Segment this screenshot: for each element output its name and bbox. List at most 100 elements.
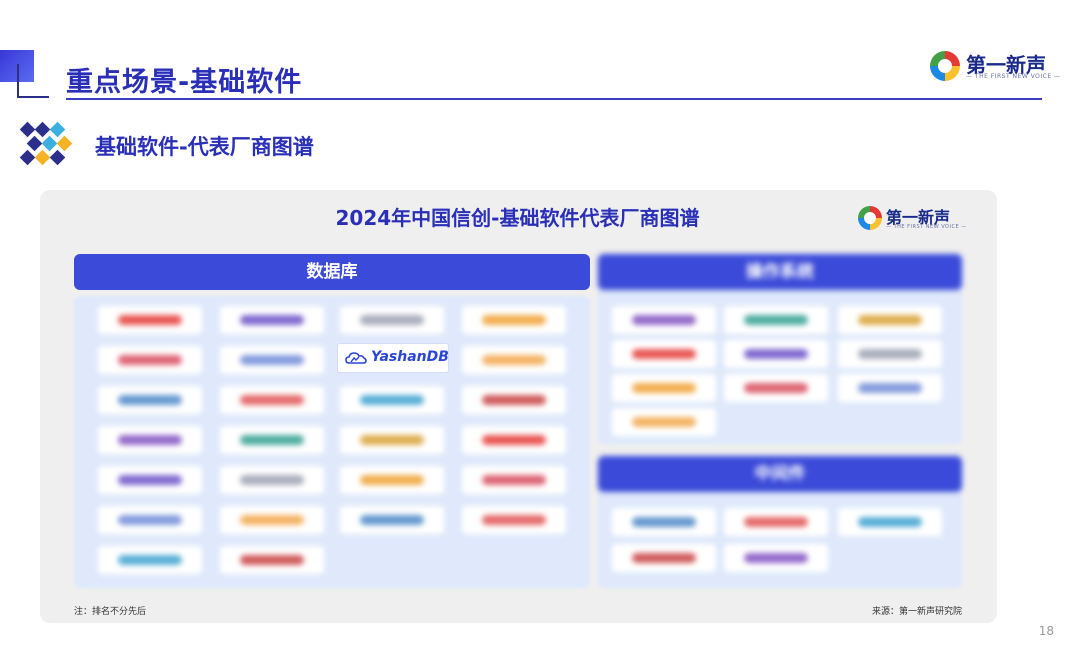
vendor-logo-mark	[118, 435, 182, 445]
vendor-logo-blurred	[98, 346, 202, 374]
vendor-logo-blurred	[340, 466, 444, 494]
corner-accent-outline	[17, 64, 49, 98]
vendor-logo-mark	[632, 553, 696, 563]
diamond-pattern-icon	[18, 120, 76, 172]
vendor-logo-blurred	[612, 340, 716, 368]
title-divider	[66, 98, 1042, 100]
vendor-logo-mark	[744, 383, 808, 393]
vendor-logo-blurred	[724, 544, 828, 572]
vendor-logo-blurred	[220, 466, 324, 494]
vendor-logo-blurred	[462, 306, 566, 334]
vendor-logo-blurred	[98, 546, 202, 574]
vendor-logo-blurred	[98, 306, 202, 334]
vendor-logo-mark	[632, 349, 696, 359]
vendor-logo-mark	[118, 515, 182, 525]
vendor-logo-mark	[240, 395, 304, 405]
vendor-logo-blurred	[724, 306, 828, 334]
vendor-logo-mark	[240, 555, 304, 565]
vendor-logo-blurred	[98, 386, 202, 414]
brand-name-en: — THE FIRST NEW VOICE —	[966, 73, 1061, 80]
brand-mark-icon	[930, 51, 960, 81]
vendor-logo-mark	[858, 349, 922, 359]
vendor-logo-mark	[482, 435, 546, 445]
vendor-logo-blurred	[220, 506, 324, 534]
vendor-logo-mark	[632, 517, 696, 527]
vendor-logo-blurred	[724, 508, 828, 536]
vendor-logo-mark	[118, 355, 182, 365]
vendor-logo-mark	[858, 517, 922, 527]
vendor-logo-blurred	[462, 346, 566, 374]
vendor-logo-blurred	[612, 306, 716, 334]
vendor-logo-mark	[744, 315, 808, 325]
vendor-logo-blurred	[220, 386, 324, 414]
category-header-middleware: 中间件	[598, 456, 962, 492]
vendor-logo-mark	[240, 435, 304, 445]
vendor-logo-mark	[482, 515, 546, 525]
vendor-logo-blurred	[98, 466, 202, 494]
vendor-logo-blurred	[220, 346, 324, 374]
vendor-logo-mark	[744, 517, 808, 527]
vendor-logo-blurred	[340, 426, 444, 454]
card-brand-name-en: — THE FIRST NEW VOICE —	[886, 224, 967, 230]
vendor-logo-mark	[744, 349, 808, 359]
vendor-logo-blurred	[462, 426, 566, 454]
vendor-logo-mark	[632, 417, 696, 427]
vendor-logo-blurred	[612, 374, 716, 402]
page-number: 18	[1038, 624, 1054, 638]
card-brand-logo: 第一新声 — THE FIRST NEW VOICE —	[858, 204, 968, 232]
vendor-name-yashandb: YashanDB	[371, 349, 449, 365]
vendor-logo-blurred	[838, 340, 942, 368]
vendor-logo-mark	[360, 315, 424, 325]
vendor-logo-blurred	[220, 546, 324, 574]
category-header-database: 数据库	[74, 254, 590, 290]
vendor-logo-blurred	[98, 506, 202, 534]
vendor-logo-mark	[240, 315, 304, 325]
vendor-logo-blurred	[220, 306, 324, 334]
vendor-logo-mark	[118, 315, 182, 325]
vendor-logo-blurred	[220, 426, 324, 454]
vendor-logo-blurred	[612, 508, 716, 536]
vendor-logo-blurred	[340, 386, 444, 414]
vendor-logo-blurred	[462, 506, 566, 534]
vendor-logo-blurred	[612, 408, 716, 436]
vendor-logo-mark	[632, 383, 696, 393]
vendor-logo-mark	[482, 315, 546, 325]
vendor-logo-mark	[118, 395, 182, 405]
vendor-logo-mark	[240, 515, 304, 525]
vendor-logo-blurred	[340, 506, 444, 534]
vendor-logo-mark	[240, 355, 304, 365]
vendor-logo-mark	[118, 475, 182, 485]
vendor-logo-blurred	[462, 386, 566, 414]
vendor-logo-blurred	[838, 374, 942, 402]
page-title: 重点场景-基础软件	[66, 67, 303, 98]
section-subtitle: 基础软件-代表厂商图谱	[95, 135, 314, 159]
vendor-logo-blurred	[612, 544, 716, 572]
vendor-logo-mark	[482, 395, 546, 405]
vendor-logo-blurred	[838, 306, 942, 334]
vendor-logo-blurred	[724, 374, 828, 402]
vendor-logo-mark	[858, 383, 922, 393]
vendor-logo-mark	[360, 395, 424, 405]
vendor-logo-mark	[360, 475, 424, 485]
card-brand-mark-icon	[858, 206, 882, 230]
vendor-logo-blurred	[462, 466, 566, 494]
vendor-logo-blurred	[724, 340, 828, 368]
vendor-logo-mark	[118, 555, 182, 565]
category-header-os: 操作系统	[598, 254, 962, 290]
vendor-logo-mark	[858, 315, 922, 325]
vendor-logo-mark	[482, 355, 546, 365]
vendor-logo-mark	[744, 553, 808, 563]
vendor-logo-mark	[360, 515, 424, 525]
vendor-logo-mark	[240, 475, 304, 485]
vendor-logo-blurred	[98, 426, 202, 454]
brand-logo: 第一新声 — THE FIRST NEW VOICE —	[930, 49, 1060, 83]
vendor-logo-blurred	[340, 306, 444, 334]
vendor-logo-mark	[360, 435, 424, 445]
cloud-icon	[345, 352, 367, 364]
vendor-logo-blurred	[838, 508, 942, 536]
vendor-logo-yashandb: YashanDB	[337, 343, 449, 373]
footnote: 注：排名不分先后	[74, 607, 147, 617]
vendor-logo-mark	[632, 315, 696, 325]
source-note: 来源：第一新声研究院	[871, 607, 962, 617]
vendor-logo-mark	[482, 475, 546, 485]
